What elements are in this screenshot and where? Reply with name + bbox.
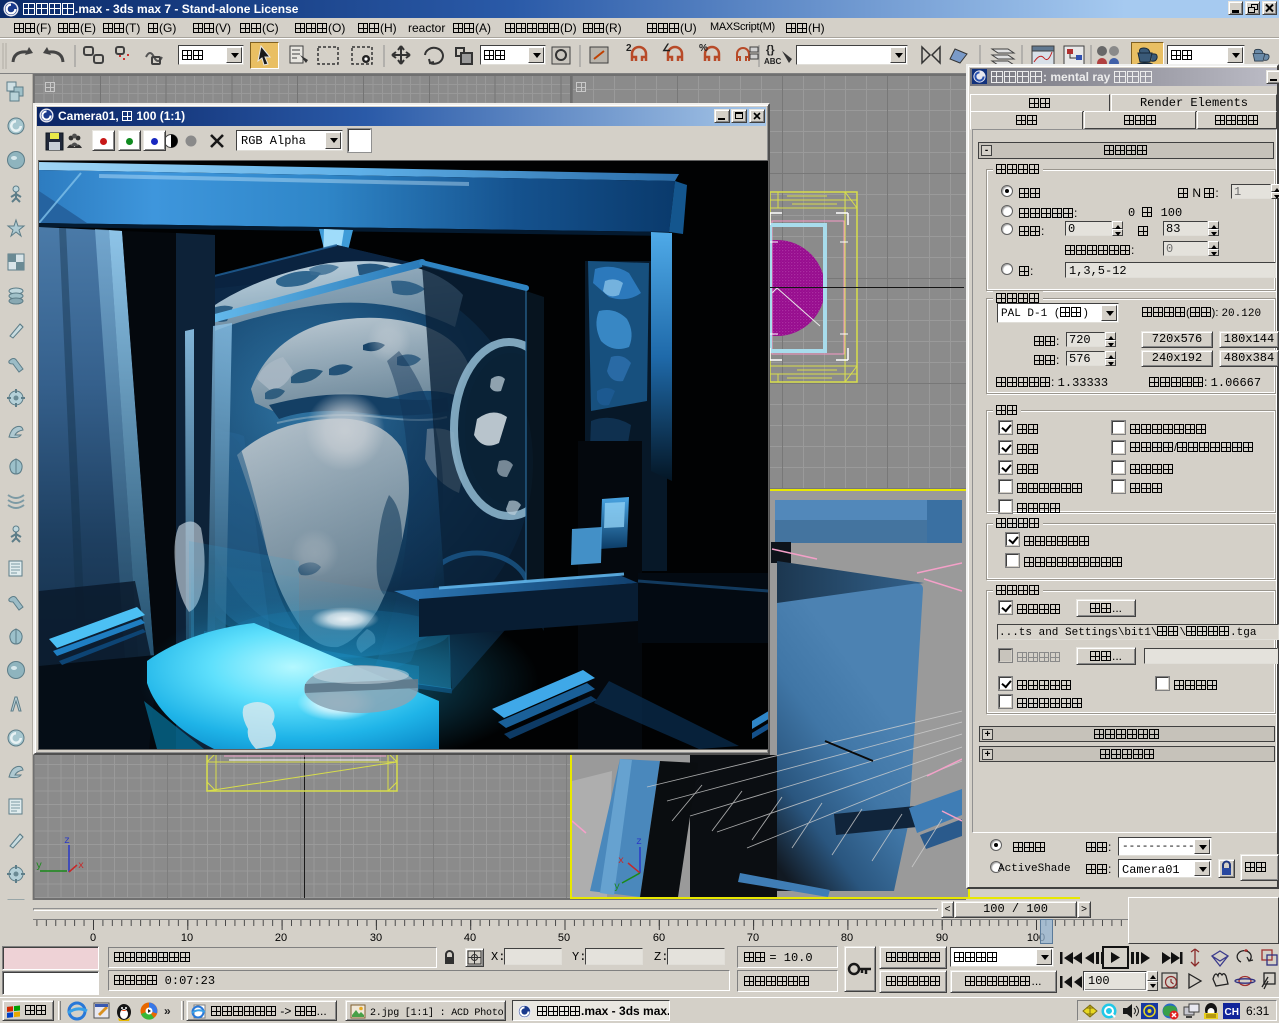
svg-text:{}: {} xyxy=(766,44,775,56)
svg-text:20: 20 xyxy=(275,932,287,944)
svg-text:»: » xyxy=(164,1004,171,1018)
svg-text:%: % xyxy=(699,43,708,54)
svg-text:60: 60 xyxy=(653,932,665,944)
svg-text:y: y xyxy=(614,882,620,893)
svg-text:10: 10 xyxy=(181,932,193,944)
svg-text:40: 40 xyxy=(464,932,476,944)
svg-text:0: 0 xyxy=(90,932,96,944)
svg-text:CH: CH xyxy=(1225,1007,1239,1018)
svg-text:80: 80 xyxy=(841,932,853,944)
svg-text:x: x xyxy=(618,856,624,867)
svg-text:ABC: ABC xyxy=(764,57,782,66)
svg-text:z: z xyxy=(64,836,70,847)
svg-text:2: 2 xyxy=(626,43,632,54)
svg-text:∠: ∠ xyxy=(662,43,671,54)
svg-text:x: x xyxy=(78,861,84,872)
svg-text:70: 70 xyxy=(747,932,759,944)
svg-text:y: y xyxy=(36,861,42,872)
svg-text:z: z xyxy=(636,837,642,848)
svg-text:90: 90 xyxy=(936,932,948,944)
svg-text:50: 50 xyxy=(558,932,570,944)
svg-text:30: 30 xyxy=(370,932,382,944)
